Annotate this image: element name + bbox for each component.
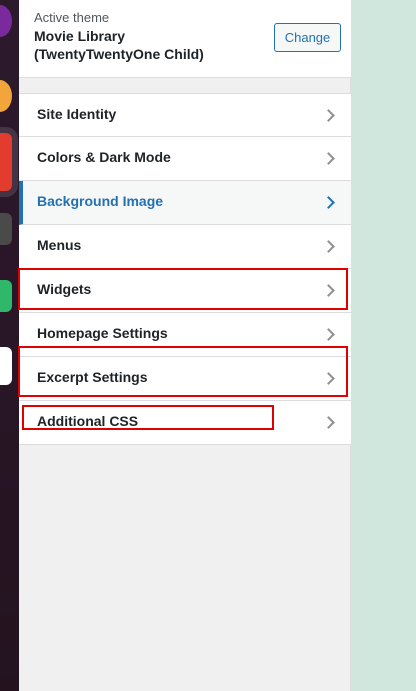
menu-item-site-identity[interactable]: Site Identity [19, 93, 351, 137]
chevron-right-icon [322, 372, 335, 385]
chevron-right-icon [322, 284, 335, 297]
menu-item-label: Menus [37, 237, 82, 253]
app-icon-green[interactable] [0, 280, 12, 312]
menu-item-widgets[interactable]: Widgets [19, 269, 351, 313]
app-icon-gray[interactable] [0, 213, 12, 245]
menu-item-excerpt-settings[interactable]: Excerpt Settings [19, 357, 351, 401]
active-theme-label: Active theme [34, 10, 110, 25]
customizer-panel: Active theme Movie Library (TwentyTwenty… [19, 0, 351, 691]
app-icon-purple[interactable] [0, 5, 12, 37]
app-dock [0, 0, 19, 691]
theme-name: Movie Library (TwentyTwentyOne Child) [34, 28, 204, 62]
chevron-right-icon [322, 416, 335, 429]
menu-item-menus[interactable]: Menus [19, 225, 351, 269]
menu-item-label: Excerpt Settings [37, 369, 148, 385]
menu-item-label: Additional CSS [37, 413, 139, 429]
menu-item-label: Homepage Settings [37, 325, 168, 341]
menu-item-background-image[interactable]: Background Image [19, 181, 351, 225]
menu-item-label: Site Identity [37, 106, 117, 122]
chevron-right-icon [322, 109, 335, 122]
chevron-right-icon [322, 328, 335, 341]
customizer-menu: Site Identity Colors & Dark Mode Backgro… [19, 93, 351, 445]
app-icon-yellow[interactable] [0, 80, 12, 112]
active-theme-section: Active theme Movie Library (TwentyTwenty… [19, 0, 351, 78]
menu-item-label: Colors & Dark Mode [37, 149, 171, 165]
app-icon-white[interactable] [0, 347, 12, 385]
app-icon-red[interactable] [0, 133, 12, 191]
menu-item-label: Widgets [37, 281, 92, 297]
chevron-right-icon [322, 152, 335, 165]
menu-item-homepage-settings[interactable]: Homepage Settings [19, 313, 351, 357]
chevron-right-icon [322, 196, 335, 209]
chevron-right-icon [322, 240, 335, 253]
menu-item-colors-dark-mode[interactable]: Colors & Dark Mode [19, 137, 351, 181]
menu-item-additional-css[interactable]: Additional CSS [19, 401, 351, 445]
change-theme-button[interactable]: Change [274, 23, 341, 52]
menu-item-label: Background Image [37, 193, 164, 209]
